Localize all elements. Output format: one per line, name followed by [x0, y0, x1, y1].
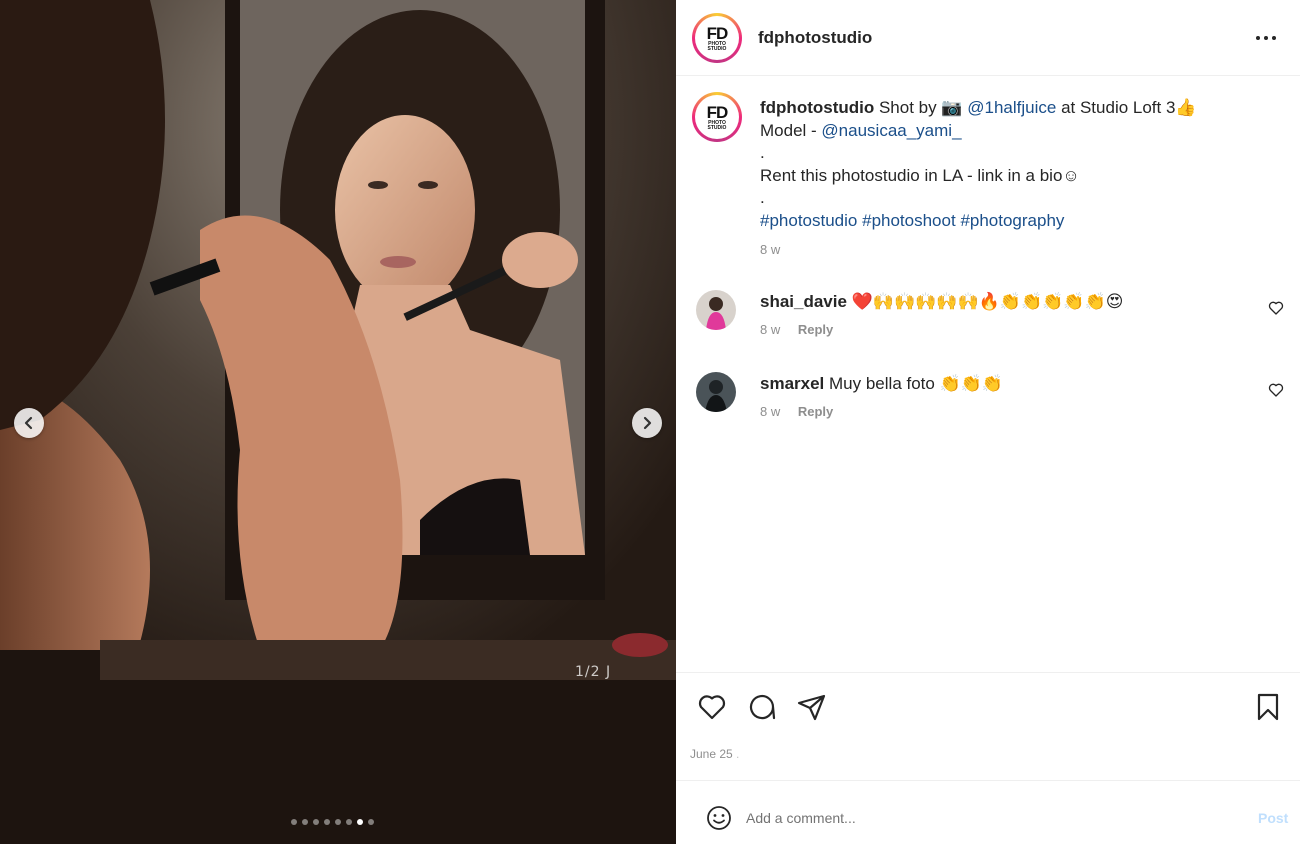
caption-fragment: Model - — [760, 120, 822, 140]
avatar-photo — [696, 290, 736, 330]
comment-icon — [749, 694, 776, 720]
comment-body: Muy bella foto 👏👏👏 — [829, 374, 1004, 393]
logo-letters: FD — [706, 23, 729, 43]
caption-fragment: at Studio Loft 3👍 — [1056, 98, 1197, 117]
comment-timestamp[interactable]: 8 w — [760, 322, 780, 337]
carousel-dot-active — [357, 819, 363, 825]
carousel-dot — [324, 819, 330, 825]
like-comment-button[interactable] — [1268, 382, 1284, 398]
mention-link[interactable]: @1halfjuice — [967, 98, 1056, 117]
heart-icon — [1268, 301, 1284, 315]
share-button[interactable] — [796, 691, 828, 723]
comment-meta: 8 w Reply — [760, 404, 833, 419]
more-options-icon — [1256, 36, 1276, 40]
post-media[interactable]: 1/2 J — [0, 0, 676, 844]
heart-icon — [698, 695, 726, 720]
caption-line: #photostudio #photoshoot #photography — [760, 210, 1280, 233]
emoji-icon — [707, 806, 731, 830]
media-counter: 1/2 J — [575, 664, 612, 680]
post-actions: June 25 . — [676, 672, 1300, 780]
post-date[interactable]: June 25 . — [690, 747, 739, 761]
caption-meta: 8 w — [760, 238, 1280, 262]
hashtag-link[interactable]: #photography — [960, 211, 1064, 230]
caption-line: fdphotostudio Shot by 📷 @1halfjuice at S… — [760, 97, 1280, 120]
author-avatar[interactable]: FD PHOTO STUDIO — [692, 13, 742, 63]
logo-letters: FD — [706, 102, 729, 122]
studio-logo: FD PHOTO STUDIO — [695, 16, 739, 60]
chevron-right-icon — [643, 416, 652, 430]
post-date-dim: . — [736, 747, 740, 761]
hashtag-link[interactable]: #photostudio — [760, 211, 857, 230]
commenter-avatar[interactable] — [696, 372, 736, 412]
commenter-username[interactable]: shai_davie — [760, 292, 847, 311]
add-comment-bar: Post — [676, 780, 1300, 844]
chevron-left-icon — [24, 416, 33, 430]
avatar-photo — [696, 372, 736, 412]
post-date-text: June 25 — [690, 747, 733, 761]
logo-subtext: STUDIO — [707, 124, 727, 131]
send-icon — [797, 694, 826, 721]
carousel-dot — [313, 819, 319, 825]
comment-item: shai_davie ❤️🙌🙌🙌🙌🙌🔥👏👏👏👏👏😍 8 w Reply — [696, 290, 1286, 350]
caption-line: Model - @nausicaa_yami_ — [760, 120, 1280, 143]
comment-button[interactable] — [746, 691, 778, 723]
hashtag-link[interactable]: #photoshoot — [862, 211, 956, 230]
comment-body: ❤️🙌🙌🙌🙌🙌🔥👏👏👏👏👏😍 — [851, 292, 1124, 311]
mention-link[interactable]: @nausicaa_yami_ — [821, 121, 961, 140]
carousel-dot — [302, 819, 308, 825]
next-photo-button[interactable] — [632, 408, 662, 438]
comment-timestamp[interactable]: 8 w — [760, 404, 780, 419]
save-button[interactable] — [1252, 691, 1284, 723]
post-header: FD PHOTO STUDIO fdphotostudio — [676, 0, 1300, 76]
carousel-indicator — [291, 819, 374, 825]
comment-text: shai_davie ❤️🙌🙌🙌🙌🙌🔥👏👏👏👏👏😍 — [760, 292, 1123, 312]
caption-author-avatar[interactable]: FD PHOTO STUDIO — [692, 92, 742, 142]
author-username[interactable]: fdphotostudio — [758, 28, 872, 48]
comment-input[interactable] — [746, 805, 1226, 831]
comment-text: smarxel Muy bella foto 👏👏👏 — [760, 374, 1003, 394]
more-options-button[interactable] — [1254, 26, 1278, 50]
carousel-dot — [368, 819, 374, 825]
caption-text: fdphotostudio Shot by 📷 @1halfjuice at S… — [760, 97, 1280, 262]
post-photo — [0, 0, 676, 844]
caption-fragment: Shot by 📷 — [874, 98, 968, 117]
caption-line: . — [760, 188, 765, 207]
commenter-username[interactable]: smarxel — [760, 374, 824, 393]
caption-username[interactable]: fdphotostudio — [760, 98, 874, 117]
logo-subtext: STUDIO — [707, 45, 727, 52]
caption-line: . — [760, 143, 765, 162]
post-details-panel: FD PHOTO STUDIO fdphotostudio FD PHOTO S… — [676, 0, 1300, 844]
reply-button[interactable]: Reply — [798, 322, 833, 337]
carousel-dot — [335, 819, 341, 825]
caption-line: Rent this photostudio in LA - link in a … — [760, 165, 1080, 185]
heart-icon — [1268, 383, 1284, 397]
carousel-dot — [291, 819, 297, 825]
comment-item: smarxel Muy bella foto 👏👏👏 8 w Reply — [696, 372, 1286, 432]
reply-button[interactable]: Reply — [798, 404, 833, 419]
studio-logo: FD PHOTO STUDIO — [695, 95, 739, 139]
like-comment-button[interactable] — [1268, 300, 1284, 316]
caption-timestamp[interactable]: 8 w — [760, 239, 780, 262]
emoji-button[interactable] — [706, 805, 732, 831]
bookmark-icon — [1257, 693, 1279, 721]
previous-photo-button[interactable] — [14, 408, 44, 438]
carousel-dot — [346, 819, 352, 825]
commenter-avatar[interactable] — [696, 290, 736, 330]
post-comment-button[interactable]: Post — [1258, 810, 1288, 826]
comment-meta: 8 w Reply — [760, 322, 833, 337]
like-button[interactable] — [696, 691, 728, 723]
